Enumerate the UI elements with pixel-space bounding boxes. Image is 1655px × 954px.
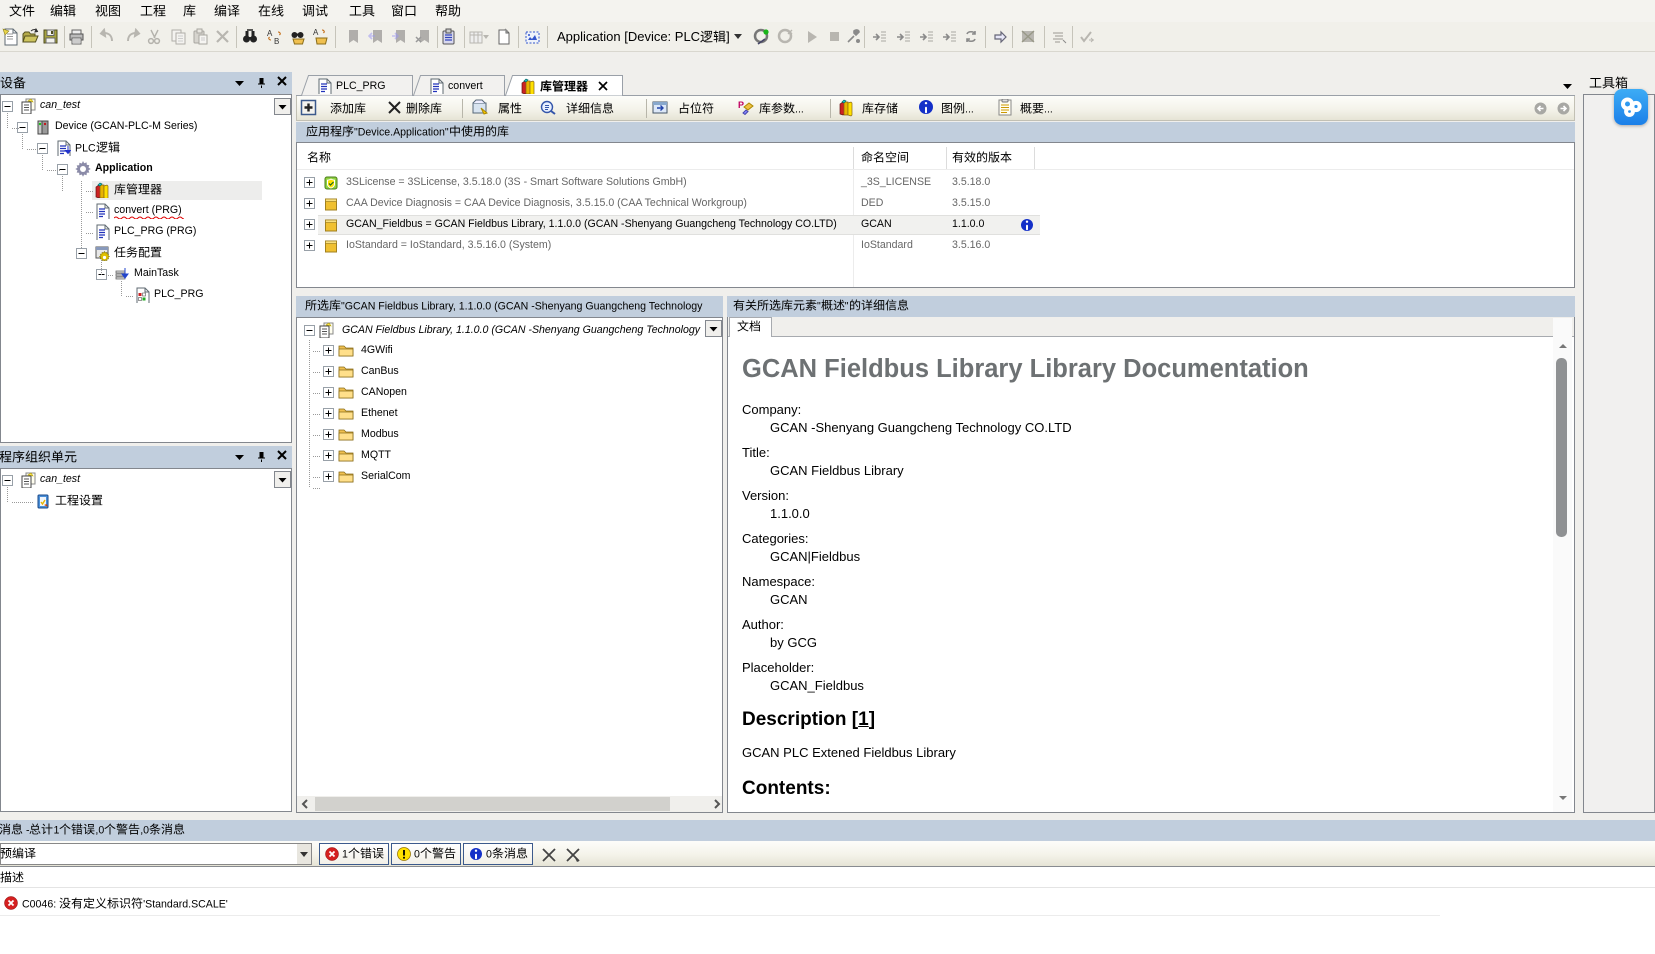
svg-text:P: P <box>738 100 744 110</box>
svg-text:A: A <box>313 28 319 37</box>
svg-text:A: A <box>267 29 273 38</box>
svg-text:B: B <box>274 37 279 46</box>
